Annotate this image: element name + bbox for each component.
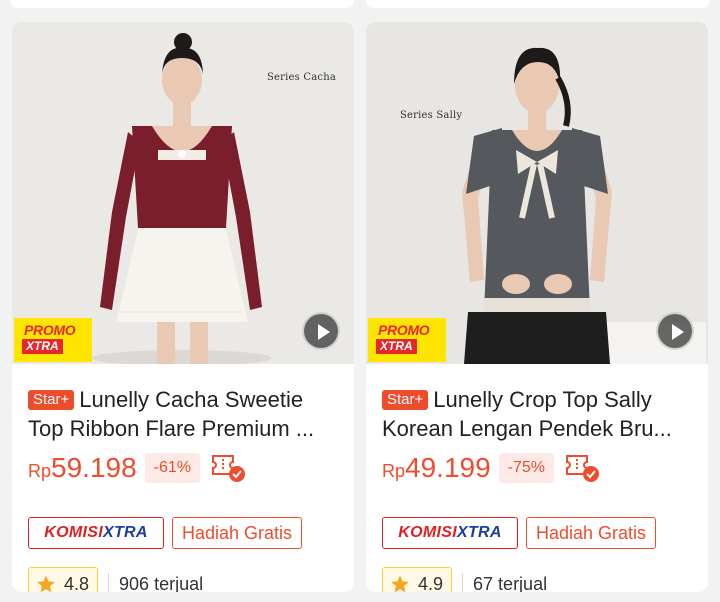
komisi-part2: XTRA xyxy=(102,524,148,541)
sold-count: 67 terjual xyxy=(473,573,548,593)
voucher-check-icon xyxy=(212,455,246,482)
promo-line2: XTRA xyxy=(376,339,417,354)
komisi-part1: KOMISI xyxy=(398,524,457,541)
title-line2: Korean Lengan Pendek Bru... xyxy=(382,416,672,441)
star-plus-badge: Star+ xyxy=(28,390,75,410)
promo-line1: PROMO xyxy=(24,322,76,338)
product-title[interactable]: Star+ Lunelly Cacha Sweetie Top Ribbon Fl… xyxy=(28,385,340,443)
star-plus-badge: Star+ xyxy=(382,390,429,410)
discount-badge: -61% xyxy=(144,453,201,483)
price: 59.198 xyxy=(51,452,137,483)
title-line2: Top Ribbon Flare Premium ... xyxy=(28,416,315,441)
tags-row: KOMISI XTRA Hadiah Gratis xyxy=(28,517,303,549)
video-play-icon[interactable] xyxy=(656,312,694,350)
rating-row: 4.9 67 terjual xyxy=(382,567,547,592)
promo-xtra-badge: PROMO XTRA xyxy=(368,318,446,362)
currency: Rp xyxy=(382,460,406,481)
product-image[interactable]: Series Sally PROMO XTRA xyxy=(366,22,708,364)
divider xyxy=(462,573,464,592)
star-icon xyxy=(391,575,409,592)
promo-xtra-badge: PROMO XTRA xyxy=(14,318,92,362)
rating-value: 4.9 xyxy=(418,573,444,593)
price-row: Rp 59.198 -61% xyxy=(28,450,248,486)
sold-count: 906 terjual xyxy=(119,573,204,593)
product-image[interactable]: Series Cacha PROMO XTRA xyxy=(12,22,354,364)
product-card[interactable]: Series Sally PROMO XTRA Star+ Lunelly Cro… xyxy=(366,22,708,592)
free-gift-tag: Hadiah Gratis xyxy=(526,517,657,549)
series-label: Series Cacha xyxy=(267,72,336,83)
product-photo xyxy=(366,22,708,364)
komisi-xtra-tag: KOMISI XTRA xyxy=(28,517,164,549)
promo-line2: XTRA xyxy=(22,339,63,354)
rating-row: 4.8 906 terjual xyxy=(28,567,203,592)
voucher-check-icon xyxy=(566,455,600,482)
rating-badge: 4.9 xyxy=(382,567,453,593)
previous-card-left xyxy=(10,0,354,8)
series-label: Series Sally xyxy=(400,110,463,121)
product-card[interactable]: Series Cacha PROMO XTRA Star+ Lunelly Cac… xyxy=(12,22,354,592)
price: 49.199 xyxy=(405,452,491,483)
rating-value: 4.8 xyxy=(64,573,90,593)
product-title[interactable]: Star+ Lunelly Crop Top Sally Korean Lenga… xyxy=(382,385,694,443)
currency: Rp xyxy=(28,460,52,481)
price-row: Rp 49.199 -75% xyxy=(382,450,602,486)
komisi-part1: KOMISI xyxy=(44,524,103,541)
star-icon xyxy=(37,575,55,592)
rating-badge: 4.8 xyxy=(28,567,99,593)
tags-row: KOMISI XTRA Hadiah Gratis xyxy=(382,517,657,549)
promo-line1: PROMO xyxy=(378,322,430,338)
divider xyxy=(108,573,110,592)
title-line1: Lunelly Cacha Sweetie xyxy=(79,387,304,412)
discount-badge: -75% xyxy=(498,453,555,483)
previous-card-right xyxy=(366,0,710,8)
video-play-icon[interactable] xyxy=(302,312,340,350)
title-line1: Lunelly Crop Top Sally xyxy=(433,387,652,412)
komisi-part2: XTRA xyxy=(456,524,502,541)
free-gift-tag: Hadiah Gratis xyxy=(172,517,303,549)
komisi-xtra-tag: KOMISI XTRA xyxy=(382,517,518,549)
